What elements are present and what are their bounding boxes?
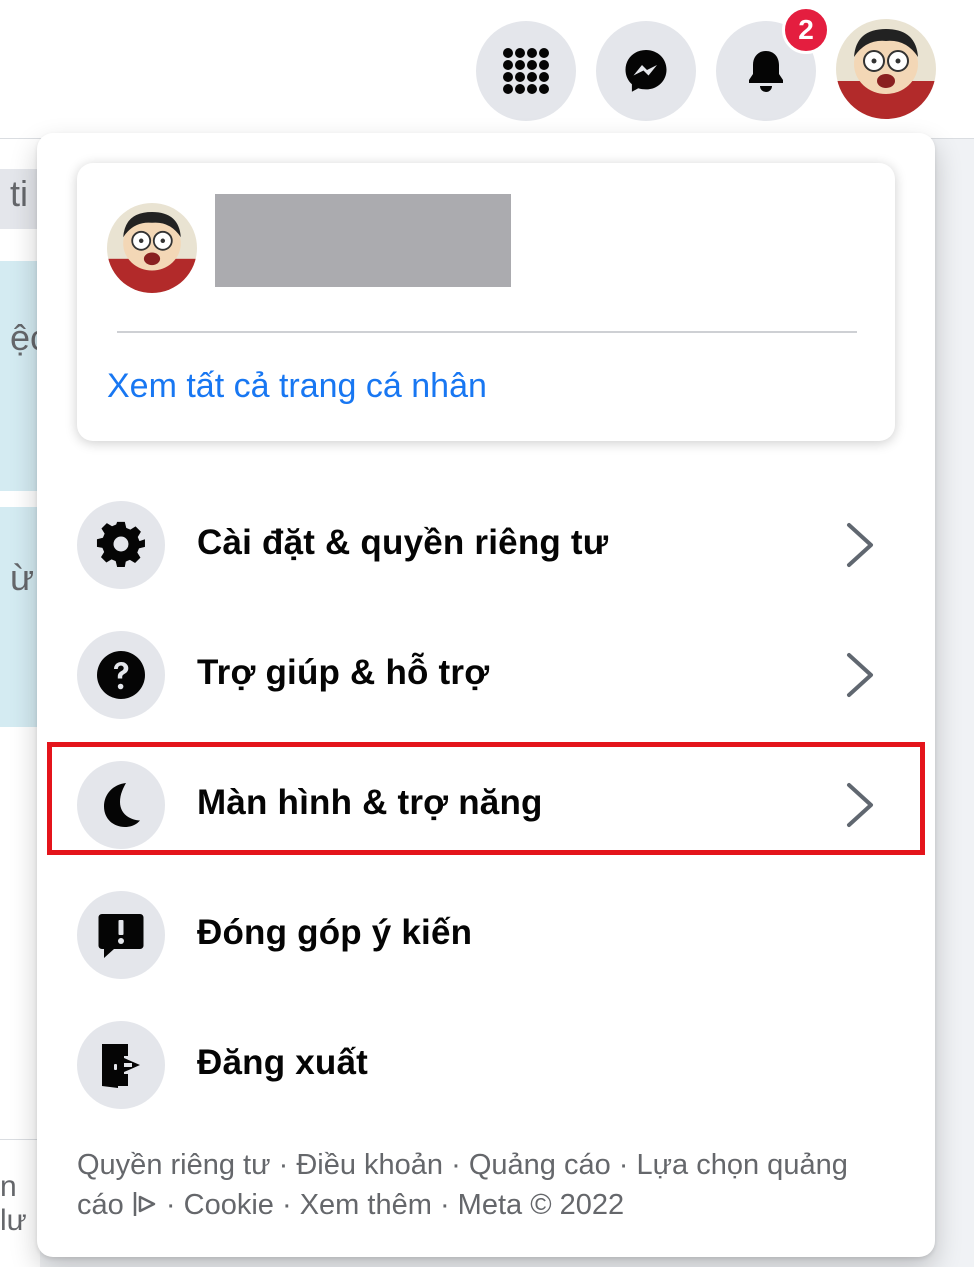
redacted-profile-name[interactable] [215, 194, 511, 287]
menu-grid-button[interactable] [476, 21, 576, 121]
footer-ads-link[interactable]: Quảng cáo [469, 1149, 611, 1181]
footer-cookie-link[interactable]: Cookie [184, 1189, 274, 1221]
menu-item-icon [77, 501, 165, 589]
footer-separator: · [278, 1149, 289, 1181]
menu-item-icon [77, 1021, 165, 1109]
background-card: ừ [0, 507, 40, 727]
menu-item-log-out[interactable]: Đăng xuất [73, 1015, 893, 1115]
menu-item-label: Đăng xuất [197, 1043, 368, 1082]
account-dropdown-menu: Xem tất cả trang cá nhân Cài đặt & quyền… [37, 133, 935, 1257]
bell-icon [749, 51, 783, 92]
messenger-icon [625, 50, 667, 92]
avatar-image [836, 19, 936, 119]
divider [117, 331, 857, 333]
menu-item-icon [77, 631, 165, 719]
feedback-icon [98, 914, 144, 958]
chevron-right-icon [847, 523, 873, 567]
menu-grid-icon [503, 48, 549, 94]
profile-avatar[interactable] [107, 203, 197, 293]
notification-badge: 2 [782, 6, 830, 54]
footer-links: Quyền riêng tư · Điều khoản · Quảng cáo … [77, 1145, 877, 1225]
footer-copyright: Meta © 2022 [457, 1189, 625, 1221]
background-page: ti ệc ừ n lư [0, 139, 48, 1267]
background-tab: ti [0, 169, 40, 229]
ad-choices-icon [133, 1192, 156, 1216]
menu-item-label: Trợ giúp & hỗ trợ [197, 653, 490, 692]
footer-privacy-link[interactable]: Quyền riêng tư [77, 1149, 271, 1181]
menu-item-settings-privacy[interactable]: Cài đặt & quyền riêng tư [73, 495, 893, 595]
menu-item-label: Cài đặt & quyền riêng tư [197, 523, 609, 562]
background-text: ti [10, 173, 28, 214]
background-page-right [936, 292, 974, 1266]
background-card: ệc [0, 261, 48, 491]
footer-separator: · [439, 1189, 450, 1221]
profile-avatar-button[interactable] [836, 19, 936, 119]
footer-more-link[interactable]: Xem thêm [300, 1189, 432, 1221]
footer-terms-link[interactable]: Điều khoản [296, 1149, 443, 1181]
footer-separator: · [451, 1149, 461, 1181]
background-text: n lư [0, 1170, 27, 1237]
menu-item-label: Đóng góp ý kiến [197, 913, 473, 952]
avatar-image [107, 203, 197, 293]
menu-item-give-feedback[interactable]: Đóng góp ý kiến [73, 885, 893, 985]
see-all-profiles-link[interactable]: Xem tất cả trang cá nhân [107, 367, 487, 406]
footer-separator: · [281, 1189, 292, 1221]
profile-card: Xem tất cả trang cá nhân [77, 163, 895, 441]
menu-item-icon [77, 891, 165, 979]
highlight-box [47, 742, 925, 855]
background-input: n lư [0, 1139, 40, 1267]
menu-item-help-support[interactable]: Trợ giúp & hỗ trợ [73, 625, 893, 725]
chevron-right-icon [847, 653, 873, 697]
gear-icon [96, 521, 145, 568]
help-icon [97, 651, 145, 699]
messenger-button[interactable] [596, 21, 696, 121]
footer-separator: · [618, 1149, 629, 1181]
logout-icon [102, 1044, 140, 1088]
footer-separator: · [165, 1189, 176, 1221]
background-text: ừ [10, 557, 35, 598]
top-navigation-bar: 2 [0, 0, 974, 139]
